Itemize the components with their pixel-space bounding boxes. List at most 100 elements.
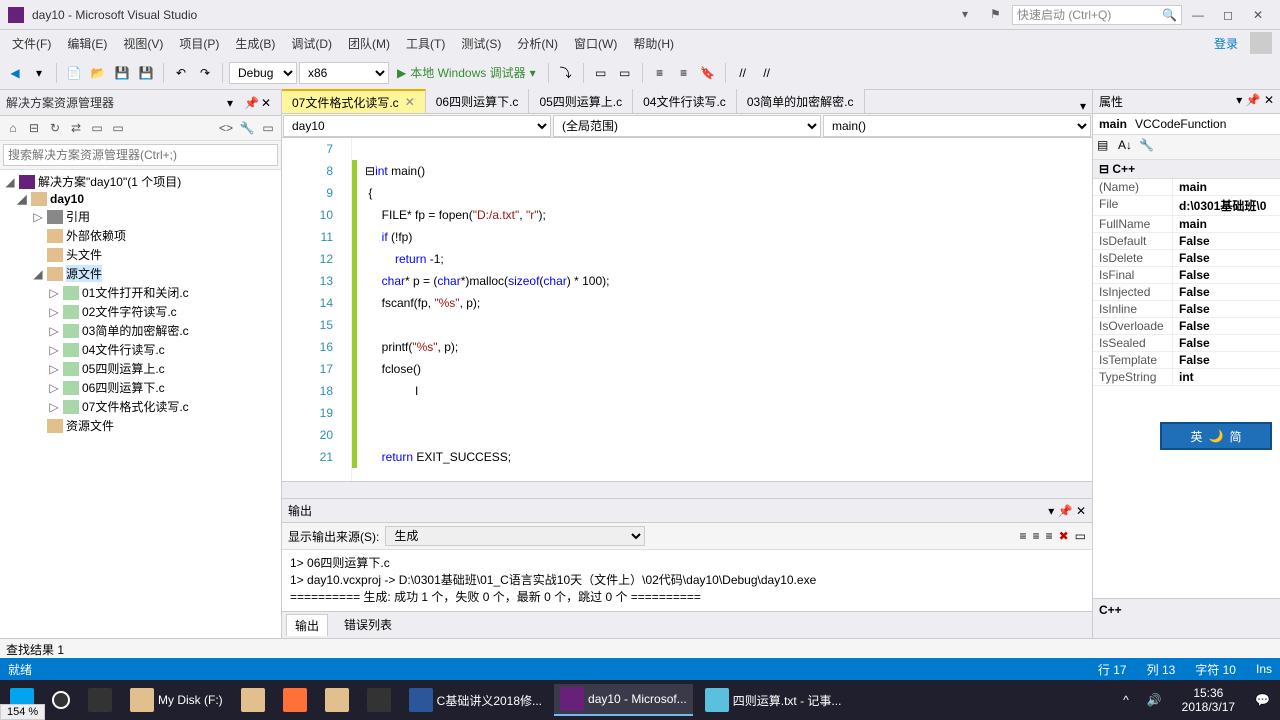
task-view-button[interactable] — [82, 684, 118, 716]
toolbar-icon[interactable]: ≡ — [1033, 529, 1040, 543]
editor-tab[interactable]: 04文件行读写.c — [633, 89, 737, 113]
toolbar-icon[interactable]: ▭ — [1075, 529, 1086, 543]
step-button[interactable]: ⤵ — [555, 62, 577, 84]
property-row[interactable]: IsDefaultFalse — [1093, 233, 1280, 250]
dropdown-icon[interactable]: ▾ — [227, 96, 241, 110]
cortana-button[interactable] — [46, 684, 76, 716]
forward-button[interactable]: ▾ — [28, 62, 50, 84]
tray-icon[interactable]: ^ — [1117, 684, 1135, 716]
platform-select[interactable]: x86 — [299, 62, 389, 84]
property-row[interactable]: IsDeleteFalse — [1093, 250, 1280, 267]
uncomment-icon[interactable]: // — [756, 62, 778, 84]
open-button[interactable]: 📂 — [87, 62, 109, 84]
pin-icon[interactable]: 📌 — [1246, 93, 1261, 107]
home-icon[interactable]: ⌂ — [4, 119, 22, 137]
save-button[interactable]: 💾 — [111, 62, 133, 84]
headers-node[interactable]: 头文件 — [0, 245, 281, 264]
notification-icon[interactable]: ▾ — [962, 7, 978, 23]
nav-scope-select[interactable]: (全局范围) — [553, 115, 821, 137]
resources-node[interactable]: 资源文件 — [0, 416, 281, 435]
editor-tab[interactable]: 06四则运算下.c — [426, 89, 530, 113]
taskbar-item[interactable] — [361, 684, 397, 716]
save-all-button[interactable]: 💾 — [135, 62, 157, 84]
solution-tree[interactable]: ◢解决方案"day10"(1 个项目) ◢day10 ▷引用 外部依赖项 头文件… — [0, 170, 281, 638]
toolbar-icon[interactable]: ≡ — [1020, 529, 1027, 543]
menu-window[interactable]: 窗口(W) — [566, 31, 625, 56]
start-debug-button[interactable]: ▶ 本地 Windows 调试器 ▾ — [391, 64, 542, 81]
code-content[interactable]: ⊟int main() { FILE* fp = fopen("D:/a.txt… — [357, 138, 1092, 481]
notifications-icon[interactable]: 💬 — [1249, 684, 1276, 716]
clear-icon[interactable]: ✖ — [1059, 529, 1069, 543]
property-row[interactable]: TypeStringint — [1093, 369, 1280, 386]
property-row[interactable]: IsTemplateFalse — [1093, 352, 1280, 369]
menu-view[interactable]: 视图(V) — [115, 31, 171, 56]
properties-object[interactable]: main VCCodeFunction — [1093, 114, 1280, 135]
property-row[interactable]: IsOverloadeFalse — [1093, 318, 1280, 335]
tabs-dropdown-icon[interactable]: ▾ — [1074, 99, 1092, 113]
error-list-tab[interactable]: 错误列表 — [336, 614, 400, 636]
menu-team[interactable]: 团队(M) — [340, 31, 398, 56]
source-file[interactable]: ▷05四则运算上.c — [0, 359, 281, 378]
sync-icon[interactable]: ⇄ — [67, 119, 85, 137]
more-icon[interactable]: ▭ — [259, 119, 277, 137]
indent-icon[interactable]: ≡ — [649, 62, 671, 84]
minimize-button[interactable]: — — [1184, 5, 1212, 25]
taskbar-item[interactable] — [319, 684, 355, 716]
menu-tools[interactable]: 工具(T) — [398, 31, 453, 56]
zoom-level[interactable]: 154 % — [0, 704, 45, 720]
menu-analyze[interactable]: 分析(N) — [509, 31, 566, 56]
comment-icon[interactable]: // — [732, 62, 754, 84]
output-source-select[interactable]: 生成 — [385, 526, 645, 546]
pin-icon[interactable]: 📌 — [244, 96, 258, 110]
close-icon[interactable]: ✕ — [261, 96, 275, 110]
sources-node[interactable]: ◢源文件 — [0, 264, 281, 283]
dropdown-icon[interactable]: ▾ — [1048, 504, 1054, 518]
editor-tab[interactable]: 03简单的加密解密.c — [737, 89, 865, 113]
login-link[interactable]: 登录 — [1206, 31, 1246, 56]
nav-project-select[interactable]: day10 — [283, 115, 551, 137]
source-file[interactable]: ▷01文件打开和关闭.c — [0, 283, 281, 302]
menu-debug[interactable]: 调试(D) — [283, 31, 340, 56]
property-category[interactable]: ⊟ C++ — [1093, 160, 1280, 179]
user-avatar[interactable] — [1250, 32, 1272, 54]
refs-node[interactable]: ▷引用 — [0, 207, 281, 226]
taskbar-item[interactable]: 四则运算.txt - 记事... — [699, 684, 848, 716]
close-button[interactable]: ✕ — [1244, 5, 1272, 25]
property-row[interactable]: (Name)main — [1093, 179, 1280, 196]
outdent-icon[interactable]: ≡ — [673, 62, 695, 84]
close-icon[interactable]: ✕ — [1264, 93, 1274, 107]
wrench-icon[interactable]: 🔧 — [238, 119, 256, 137]
taskbar-item[interactable] — [277, 684, 313, 716]
menu-project[interactable]: 项目(P) — [171, 31, 227, 56]
editor-tab[interactable]: 07文件格式化读写.c✕ — [282, 89, 426, 113]
properties-icon[interactable]: ▭ — [109, 119, 127, 137]
property-row[interactable]: IsInlineFalse — [1093, 301, 1280, 318]
editor-tab[interactable]: 05四则运算上.c — [529, 89, 633, 113]
property-row[interactable]: FullNamemain — [1093, 216, 1280, 233]
properties-grid[interactable]: ⊟ C++ (Name)main Filed:\0301基础班\0 FullNa… — [1093, 160, 1280, 598]
find-results-panel[interactable]: 查找结果 1 — [0, 638, 1280, 658]
taskbar-item[interactable] — [235, 684, 271, 716]
back-button[interactable]: ◀ — [4, 62, 26, 84]
menu-build[interactable]: 生成(B) — [227, 31, 283, 56]
new-project-button[interactable]: 📄 — [63, 62, 85, 84]
toolbar-icon[interactable]: ≡ — [1046, 529, 1053, 543]
property-row[interactable]: IsSealedFalse — [1093, 335, 1280, 352]
toolbar-icon[interactable]: ▭ — [590, 62, 612, 84]
toolbar-icon[interactable]: ▭ — [614, 62, 636, 84]
source-file[interactable]: ▷07文件格式化读写.c — [0, 397, 281, 416]
source-file[interactable]: ▷06四则运算下.c — [0, 378, 281, 397]
collapse-icon[interactable]: ⊟ — [25, 119, 43, 137]
property-row[interactable]: IsInjectedFalse — [1093, 284, 1280, 301]
quick-launch-input[interactable]: 快速启动 (Ctrl+Q) 🔍 — [1012, 5, 1182, 25]
horizontal-scrollbar[interactable]: 154 % — [282, 481, 1092, 498]
feedback-icon[interactable]: ⚑ — [990, 7, 1006, 23]
menu-test[interactable]: 测试(S) — [453, 31, 509, 56]
dropdown-icon[interactable]: ▾ — [1236, 93, 1242, 107]
close-icon[interactable]: ✕ — [405, 95, 415, 109]
refresh-icon[interactable]: ↻ — [46, 119, 64, 137]
wrench-icon[interactable]: 🔧 — [1139, 138, 1157, 156]
view-code-icon[interactable]: <> — [217, 119, 235, 137]
redo-button[interactable]: ↷ — [194, 62, 216, 84]
bookmark-icon[interactable]: 🔖 — [697, 62, 719, 84]
